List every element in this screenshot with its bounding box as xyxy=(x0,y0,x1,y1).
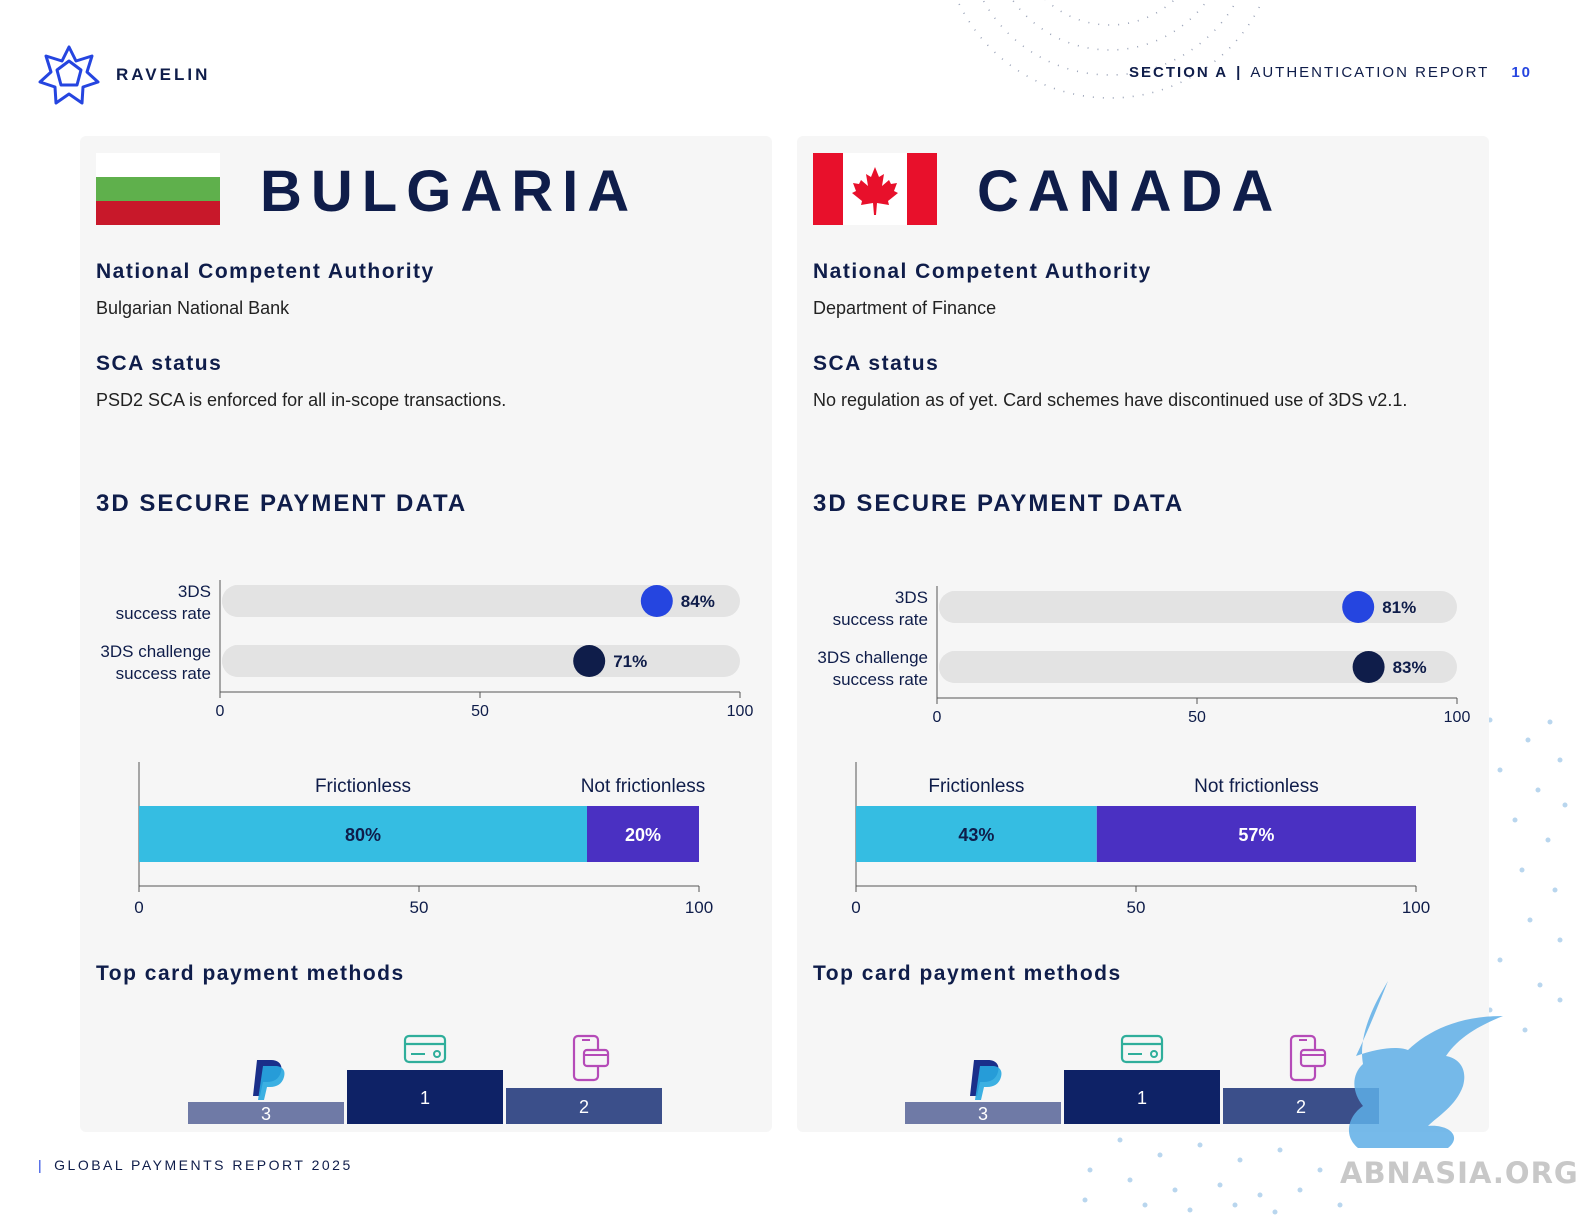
mobile-wallet-icon xyxy=(572,1034,610,1082)
card-outline xyxy=(403,1034,447,1064)
canada-flag-icon xyxy=(813,153,937,225)
page-number: 10 xyxy=(1511,64,1532,81)
podium-rank: 2 xyxy=(579,1097,589,1117)
frictionless-chart: 80% Frictionless 20% Not frictionless 0 50 100 xyxy=(134,762,713,917)
top-methods-heading: Top card payment methods xyxy=(96,962,405,985)
category-label: 3DS challenge success rate xyxy=(100,642,211,683)
legend-label: Not frictionless xyxy=(581,776,706,797)
bar-end-marker xyxy=(1342,591,1375,623)
bulgaria-flag-icon xyxy=(96,153,220,225)
bar-fill xyxy=(222,585,657,617)
header-separator: | xyxy=(1236,64,1243,81)
bar-fill xyxy=(939,651,1369,683)
phone-card xyxy=(582,1048,610,1068)
success-rate-chart: 3DS success rate 84% 3DS challenge success r… xyxy=(100,580,754,720)
category-label-line: 3DS xyxy=(178,582,211,601)
category-label: 3DS success rate xyxy=(116,582,211,623)
bar-fill xyxy=(939,591,1359,623)
authority-heading: National Competent Authority xyxy=(813,260,1152,283)
country-name: BULGARIA xyxy=(260,159,639,224)
x-tick-label: 100 xyxy=(685,898,713,917)
paypal-icon xyxy=(253,1060,285,1100)
phone-card xyxy=(1299,1048,1327,1068)
x-tick-label: 0 xyxy=(851,898,860,917)
x-tick-label: 100 xyxy=(1444,709,1471,726)
top-methods-heading: Top card payment methods xyxy=(813,962,1122,985)
x-tick-label: 0 xyxy=(933,709,942,726)
legend-label: Not frictionless xyxy=(1194,776,1319,797)
authority-text: Department of Finance xyxy=(813,298,997,318)
bar-end-marker xyxy=(640,585,673,617)
category-label-line: 3DS challenge xyxy=(817,648,928,667)
header-breadcrumb: SECTION A | AUTHENTICATION REPORT 10 xyxy=(1129,64,1532,81)
x-tick-label: 50 xyxy=(471,703,489,720)
category-label-line: success rate xyxy=(833,610,928,629)
sca-heading: SCA status xyxy=(96,352,223,375)
x-tick-label: 50 xyxy=(1127,898,1146,917)
frictionless-chart: 43% Frictionless 57% Not frictionless 0 50 100 xyxy=(851,762,1430,917)
mobile-wallet-icon xyxy=(1289,1034,1327,1082)
x-tick-label: 50 xyxy=(410,898,429,917)
success-rate-chart: 3DS success rate 81% 3DS challenge success r… xyxy=(817,586,1471,726)
watermark-text: ABNASIA.ORG xyxy=(1340,1156,1579,1190)
podium-rank: 3 xyxy=(261,1104,271,1124)
category-label: 3DS success rate xyxy=(833,588,928,629)
segment-value-label: 20% xyxy=(625,825,661,845)
bar-value-label: 83% xyxy=(1393,658,1427,677)
watermark-bird-logo xyxy=(1348,981,1503,1148)
payment-methods-podium: 3 1 2 xyxy=(188,1034,662,1124)
credit-card-icon xyxy=(1120,1034,1164,1064)
podium-rank: 3 xyxy=(978,1104,988,1124)
bar-fill xyxy=(222,645,590,677)
authority-heading: National Competent Authority xyxy=(96,260,435,283)
x-tick-label: 100 xyxy=(1402,898,1430,917)
category-label-line: 3DS challenge xyxy=(100,642,211,661)
card-chip xyxy=(1150,1050,1158,1058)
segment-value-label: 43% xyxy=(958,825,994,845)
credit-card-icon xyxy=(403,1034,447,1064)
category-label-line: success rate xyxy=(833,670,928,689)
ravelin-star-icon xyxy=(38,45,100,105)
footer-text: GLOBAL PAYMENTS REPORT 2025 xyxy=(54,1157,353,1173)
x-tick-label: 50 xyxy=(1188,709,1206,726)
category-label-line: success rate xyxy=(116,664,211,683)
category-label-line: 3DS xyxy=(895,588,928,607)
x-tick-label: 0 xyxy=(134,898,143,917)
decorative-arcs xyxy=(956,0,1264,99)
section-label: SECTION A xyxy=(1129,64,1229,81)
bar-value-label: 81% xyxy=(1382,598,1416,617)
authority-text: Bulgarian National Bank xyxy=(96,298,290,318)
podium-rank: 1 xyxy=(420,1088,430,1108)
sca-heading: SCA status xyxy=(813,352,940,375)
paypal-icon xyxy=(970,1060,1002,1100)
bar-end-marker xyxy=(573,645,606,677)
podium-rank: 1 xyxy=(1137,1088,1147,1108)
brand-name: RAVELIN xyxy=(116,65,211,84)
sca-text: No regulation as of yet. Card schemes ha… xyxy=(813,390,1408,410)
legend-label: Frictionless xyxy=(928,776,1024,797)
podium-rank: 2 xyxy=(1296,1097,1306,1117)
bar-value-label: 71% xyxy=(613,652,647,671)
category-label-line: success rate xyxy=(116,604,211,623)
legend-label: Frictionless xyxy=(315,776,411,797)
bar-end-marker xyxy=(1352,651,1385,683)
segment-value-label: 80% xyxy=(345,825,381,845)
bar-value-label: 84% xyxy=(681,592,715,611)
sca-text: PSD2 SCA is enforced for all in-scope tr… xyxy=(96,390,507,410)
segment-value-label: 57% xyxy=(1238,825,1274,845)
x-tick-label: 0 xyxy=(216,703,225,720)
x-tick-label: 100 xyxy=(727,703,754,720)
data-heading: 3D SECURE PAYMENT DATA xyxy=(813,490,1185,517)
card-chip xyxy=(433,1050,441,1058)
country-panel-bulgaria: BULGARIA National Competent Authority Bu… xyxy=(80,136,772,1132)
footer-bar: | xyxy=(38,1157,45,1173)
card-outline xyxy=(1120,1034,1164,1064)
country-name: CANADA xyxy=(977,159,1283,224)
footer: | GLOBAL PAYMENTS REPORT 2025 xyxy=(38,1157,353,1173)
category-label: 3DS challenge success rate xyxy=(817,648,928,689)
report-name: AUTHENTICATION REPORT xyxy=(1250,64,1490,81)
ravelin-logo[interactable]: RAVELIN xyxy=(38,44,210,106)
data-heading: 3D SECURE PAYMENT DATA xyxy=(96,490,468,517)
